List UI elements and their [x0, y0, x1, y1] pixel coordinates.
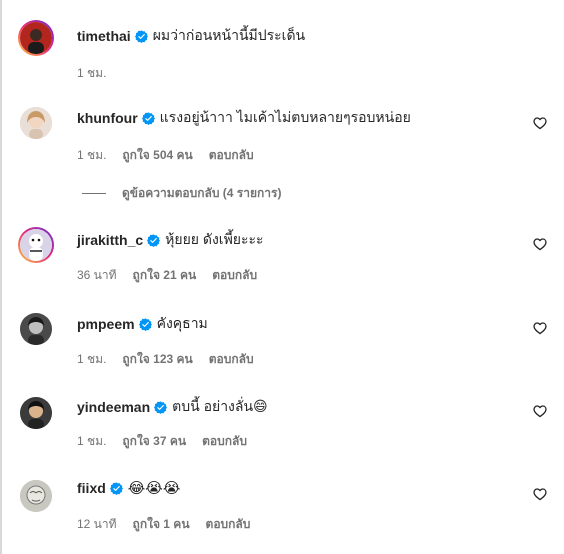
username[interactable]: fiixd	[77, 480, 106, 496]
likes-count[interactable]: ถูกใจ 123 คน	[122, 350, 192, 369]
username[interactable]: yindeeman	[77, 399, 150, 415]
comment-meta: 36 นาที ถูกใจ 21 คน ตอบกลับ	[77, 267, 273, 283]
window-edge	[0, 0, 2, 554]
replies-divider	[82, 192, 106, 194]
reply-button[interactable]: ตอบกลับ	[206, 515, 251, 534]
avatar[interactable]	[20, 397, 52, 429]
verified-badge-icon	[141, 111, 155, 125]
comment-text: ตบนี้ อย่างลั่น😄	[172, 398, 268, 414]
username[interactable]: jirakitth_c	[77, 232, 143, 248]
avatar-image	[20, 480, 52, 512]
comment-line: khunfour แรงอยู่น้าาา ไมเค้าไม่ตบหลายๆรอ…	[77, 108, 411, 128]
avatar[interactable]	[18, 227, 54, 263]
likes-count[interactable]: ถูกใจ 37 คน	[122, 432, 186, 451]
comment-text: หุ้ยยย ดังเพี้ยะะะ	[165, 231, 264, 247]
verified-badge-icon	[138, 317, 152, 331]
verified-badge-icon	[147, 233, 161, 247]
avatar-image	[20, 313, 52, 345]
comment-meta: 12 นาที ถูกใจ 1 คน ตอบกลับ	[77, 516, 266, 532]
likes-count[interactable]: ถูกใจ 21 คน	[133, 266, 197, 285]
view-replies-label: ดูข้อความตอบกลับ (4 รายการ)	[122, 185, 282, 200]
comment-item: fiixd 😂😭😭 12 นาที ถูกใจ 1 คน ตอบกลับ	[0, 0, 564, 531]
comment-time[interactable]: 12 นาที	[77, 515, 117, 534]
avatar[interactable]	[20, 313, 52, 345]
comment-line: fiixd 😂😭😭	[77, 478, 180, 498]
comment-meta: 1 ชม. ถูกใจ 37 คน ตอบกลับ	[77, 433, 263, 449]
comment-time[interactable]: 1 ชม.	[77, 146, 106, 165]
avatar[interactable]	[20, 107, 52, 139]
comment-time[interactable]: 36 นาที	[77, 266, 117, 285]
comment-time[interactable]: 1 ชม.	[77, 350, 106, 369]
view-replies-button[interactable]: ดูข้อความตอบกลับ (4 รายการ)	[82, 185, 281, 201]
heart-outline-icon[interactable]	[533, 237, 547, 251]
reply-button[interactable]: ตอบกลับ	[212, 266, 257, 285]
comment-meta: 1 ชม. ถูกใจ 504 คน ตอบกลับ	[77, 147, 270, 163]
reply-button[interactable]: ตอบกลับ	[209, 350, 254, 369]
avatar[interactable]	[20, 480, 52, 512]
heart-outline-icon[interactable]	[533, 116, 547, 130]
comment-meta: 1 ชม. ถูกใจ 123 คน ตอบกลับ	[77, 351, 270, 367]
heart-outline-icon[interactable]	[533, 404, 547, 418]
comment-line: pmpeem คังคุธาม	[77, 314, 208, 334]
likes-count[interactable]: ถูกใจ 1 คน	[133, 515, 190, 534]
comment-time[interactable]: 1 ชม.	[77, 432, 106, 451]
username[interactable]: pmpeem	[77, 316, 135, 332]
comment-text: 😂😭😭	[127, 479, 181, 497]
comment-text: คังคุธาม	[156, 315, 208, 331]
username[interactable]: khunfour	[77, 110, 138, 126]
comment-text: แรงอยู่น้าาา ไมเค้าไม่ตบหลายๆรอบหน่อย	[159, 109, 411, 125]
verified-badge-icon	[109, 481, 123, 495]
heart-outline-icon[interactable]	[533, 487, 547, 501]
comment-line: jirakitth_c หุ้ยยย ดังเพี้ยะะะ	[77, 230, 264, 250]
avatar-image	[20, 107, 52, 139]
heart-outline-icon[interactable]	[533, 321, 547, 335]
likes-count[interactable]: ถูกใจ 504 คน	[122, 146, 192, 165]
reply-button[interactable]: ตอบกลับ	[202, 432, 247, 451]
avatar-image	[20, 397, 52, 429]
comment-line: yindeeman ตบนี้ อย่างลั่น😄	[77, 397, 268, 417]
reply-button[interactable]: ตอบกลับ	[209, 146, 254, 165]
verified-badge-icon	[154, 400, 168, 414]
avatar-image	[20, 229, 52, 261]
